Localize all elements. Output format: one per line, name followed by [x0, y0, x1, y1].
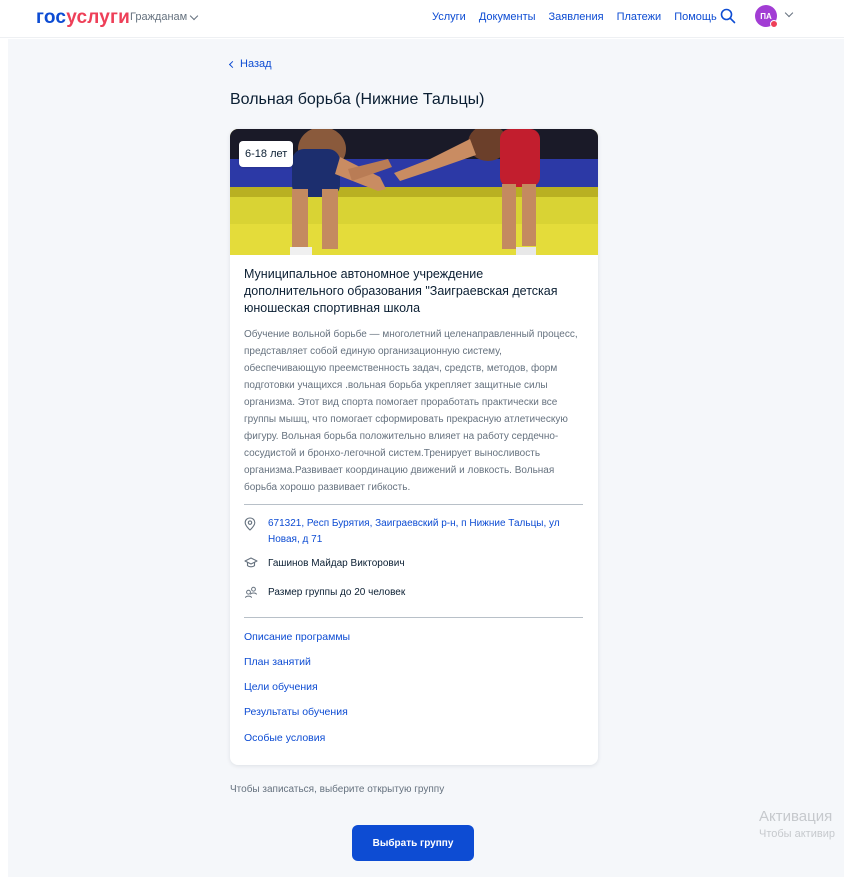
group-size: Размер группы до 20 человек	[268, 587, 406, 598]
top-header: госуслуги Гражданам Услуги Документы Зая…	[0, 0, 844, 38]
windows-activation-watermark: Активация Чтобы активир	[759, 808, 835, 840]
program-description: Обучение вольной борьбе — многолетний це…	[244, 329, 578, 493]
graduation-cap-icon	[244, 556, 268, 569]
nav-item-services[interactable]: Услуги	[432, 11, 466, 23]
nav-item-payments[interactable]: Платежи	[617, 11, 662, 23]
page-title: Вольная борьба (Нижние Тальцы)	[230, 91, 485, 108]
teacher-row: Гашинов Майдар Викторович	[244, 556, 405, 572]
chevron-down-icon[interactable]	[784, 8, 794, 18]
nav-item-applications[interactable]: Заявления	[549, 11, 604, 23]
back-link[interactable]: Назад	[228, 58, 272, 70]
location-pin-icon	[244, 516, 268, 531]
chevron-left-icon	[228, 60, 237, 68]
enroll-hint: Чтобы записаться, выберите открытую груп…	[230, 784, 445, 795]
select-group-button[interactable]: Выбрать группу	[352, 825, 474, 861]
link-special-conditions[interactable]: Особые условия	[244, 732, 325, 744]
link-lesson-plan[interactable]: План занятий	[244, 656, 311, 668]
address-link[interactable]: 671321, Респ Бурятия, Заиграевский р-н, …	[268, 516, 568, 548]
divider	[244, 617, 583, 618]
link-program-description[interactable]: Описание программы	[244, 631, 350, 643]
address-row: 671321, Респ Бурятия, Заиграевский р-н, …	[244, 516, 568, 548]
link-learning-goals[interactable]: Цели обучения	[244, 681, 318, 693]
audience-label: Гражданам	[130, 11, 188, 23]
search-icon[interactable]	[720, 8, 736, 24]
notification-dot	[770, 20, 778, 28]
organization-name: Муниципальное автономное учреждение допо…	[244, 267, 558, 315]
back-label: Назад	[240, 58, 272, 70]
main-nav: Услуги Документы Заявления Платежи Помощ…	[432, 11, 717, 23]
link-learning-results[interactable]: Результаты обучения	[244, 706, 348, 718]
audience-dropdown[interactable]: Гражданам	[130, 11, 199, 23]
nav-item-help[interactable]: Помощь	[674, 11, 717, 23]
users-icon	[244, 585, 268, 599]
divider	[244, 504, 583, 505]
program-card: 6-18 лет Муниципальное автономное учрежд…	[230, 129, 598, 765]
watermark-subtitle: Чтобы активир	[759, 828, 835, 840]
gosuslugi-logo[interactable]: госуслуги	[36, 7, 130, 29]
group-size-row: Размер группы до 20 человек	[244, 585, 405, 601]
age-badge: 6-18 лет	[239, 141, 294, 167]
nav-item-documents[interactable]: Документы	[479, 11, 536, 23]
watermark-title: Активация	[759, 808, 833, 825]
teacher-name: Гашинов Майдар Викторович	[268, 558, 405, 569]
chevron-down-icon	[189, 11, 199, 20]
